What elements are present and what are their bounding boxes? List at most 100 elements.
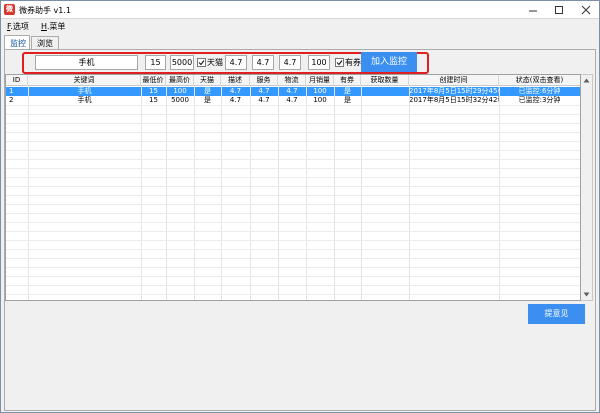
cell-max-price: 100 [173, 87, 187, 95]
cell-tmall: 是 [204, 96, 211, 104]
menu-item-menu[interactable]: H.菜单 [41, 21, 65, 32]
tmall-checkbox[interactable]: 天猫 [197, 57, 223, 68]
desc-score-input[interactable] [225, 55, 247, 70]
checkmark-icon [198, 60, 205, 66]
menu-item-options[interactable]: F.选项 [7, 21, 29, 32]
cell-desc: 4.7 [229, 87, 242, 95]
grid-column-line [141, 86, 142, 300]
cell-created-time: 2017年8月5日15时32分42秒 [409, 96, 499, 104]
scroll-down-button[interactable] [581, 289, 592, 300]
grid-row-line [6, 249, 580, 250]
arrow-down-icon [583, 292, 590, 297]
grid-row-line [6, 213, 580, 214]
cell-fetch-count [361, 87, 409, 96]
cell-monthly-sales: 100 [313, 96, 327, 104]
app-logo-icon: 微 [4, 4, 15, 15]
grid-row-line [6, 276, 580, 277]
grid-column-line [250, 86, 251, 300]
app-window: 微 微券助手 v1.1 F.选项 H.菜单 监控 浏览 天猫 [0, 0, 600, 413]
col-header-fetch-count[interactable]: 获取数量 [361, 75, 409, 86]
cell-id: 1 [9, 87, 14, 95]
col-header-id[interactable]: ID [6, 75, 28, 86]
cell-fetch-count [361, 96, 409, 105]
cell-monthly-sales: 100 [313, 87, 327, 95]
min-price-input[interactable] [145, 55, 166, 70]
tab-browse[interactable]: 浏览 [31, 36, 59, 50]
cell-id: 2 [9, 96, 14, 104]
grid-row-line [6, 159, 580, 160]
tab-monitor[interactable]: 监控 [4, 35, 30, 50]
grid-column-line [306, 86, 307, 300]
col-header-coupon[interactable]: 有券 [334, 75, 361, 86]
cell-max-price: 5000 [171, 96, 189, 104]
grid-row-line [6, 195, 580, 196]
cell-service: 4.7 [258, 87, 270, 95]
menu-label-menu: .菜单 [46, 22, 66, 31]
grid-row-line [6, 141, 580, 142]
grid-row-line [6, 231, 580, 232]
grid-row-line [6, 132, 580, 133]
menu-bar: F.选项 H.菜单 [1, 19, 599, 33]
minimize-button[interactable] [520, 1, 546, 18]
menu-label-options: .选项 [10, 22, 29, 31]
cell-coupon: 是 [344, 96, 351, 104]
monitor-tab-page: 天猫 有券 加入监控 ID 关键词 最低价 最高价 天猫 描述 服务 物流 月销… [4, 49, 596, 411]
col-header-keyword[interactable]: 关键词 [28, 75, 141, 86]
table-row[interactable]: 1 手机 15 100 是 4.7 4.7 4.7 100 是 2017年8月5… [6, 87, 580, 96]
grid-row-line [6, 267, 580, 268]
cell-coupon: 是 [344, 87, 351, 95]
max-price-input[interactable] [170, 55, 194, 70]
cell-min-price: 15 [149, 96, 158, 104]
checkbox-box [335, 58, 344, 67]
col-header-status[interactable]: 状态(双击查看) [499, 75, 580, 86]
col-header-logistics[interactable]: 物流 [278, 75, 306, 86]
feedback-button[interactable]: 提意见 [528, 304, 585, 324]
table-row[interactable]: 2 手机 15 5000 是 4.7 4.7 4.7 100 是 2017年8月… [6, 96, 580, 105]
service-score-input[interactable] [252, 55, 274, 70]
grid-column-line [499, 86, 500, 300]
coupon-label: 有券 [345, 58, 361, 67]
tmall-label: 天猫 [207, 58, 223, 67]
grid-row-line [6, 222, 580, 223]
monthly-sales-input[interactable] [308, 55, 330, 70]
grid-row-line [6, 168, 580, 169]
add-monitor-button[interactable]: 加入监控 [361, 52, 417, 72]
grid-column-line [166, 86, 167, 300]
cell-status: 已监控:3分钟 [518, 96, 561, 104]
col-header-service[interactable]: 服务 [250, 75, 278, 86]
cell-keyword: 手机 [77, 87, 92, 95]
col-header-created-time[interactable]: 创建时间 [409, 75, 499, 86]
cell-logistics: 4.7 [286, 96, 298, 104]
cell-created-time: 2017年8月5日15时29分45秒 [409, 87, 499, 95]
cell-service: 4.7 [258, 96, 270, 104]
col-header-tmall[interactable]: 天猫 [194, 75, 221, 86]
minimize-icon [529, 10, 537, 11]
keyword-input[interactable] [35, 55, 138, 70]
grid-column-line [221, 86, 222, 300]
title-bar[interactable]: 微 微券助手 v1.1 [1, 1, 599, 19]
coupon-checkbox[interactable]: 有券 [335, 57, 361, 68]
cell-min-price: 15 [149, 87, 158, 95]
maximize-icon [555, 5, 563, 14]
col-header-desc[interactable]: 描述 [221, 75, 250, 86]
col-header-min-price[interactable]: 最低价 [141, 75, 166, 86]
close-button[interactable] [572, 1, 599, 18]
grid-column-line [361, 86, 362, 300]
logistics-score-input[interactable] [279, 55, 301, 70]
close-icon [581, 5, 590, 14]
cell-status: 已监控:6分钟 [518, 87, 561, 95]
grid-row-line [6, 114, 580, 115]
scroll-up-button[interactable] [581, 75, 592, 86]
table-header: ID 关键词 最低价 最高价 天猫 描述 服务 物流 月销量 有券 获取数量 创… [6, 75, 580, 86]
grid-column-line [194, 86, 195, 300]
grid-row-line [6, 123, 580, 124]
grid-row-line [6, 285, 580, 286]
grid-row-line [6, 294, 580, 295]
col-header-max-price[interactable]: 最高价 [166, 75, 194, 86]
col-header-monthly-sales[interactable]: 月销量 [306, 75, 334, 86]
table-scrollbar[interactable] [581, 74, 593, 301]
window-title: 微券助手 v1.1 [19, 6, 71, 15]
monitor-table[interactable]: ID 关键词 最低价 最高价 天猫 描述 服务 物流 月销量 有券 获取数量 创… [5, 74, 581, 301]
maximize-button[interactable] [546, 1, 572, 18]
cell-logistics: 4.7 [286, 87, 298, 95]
